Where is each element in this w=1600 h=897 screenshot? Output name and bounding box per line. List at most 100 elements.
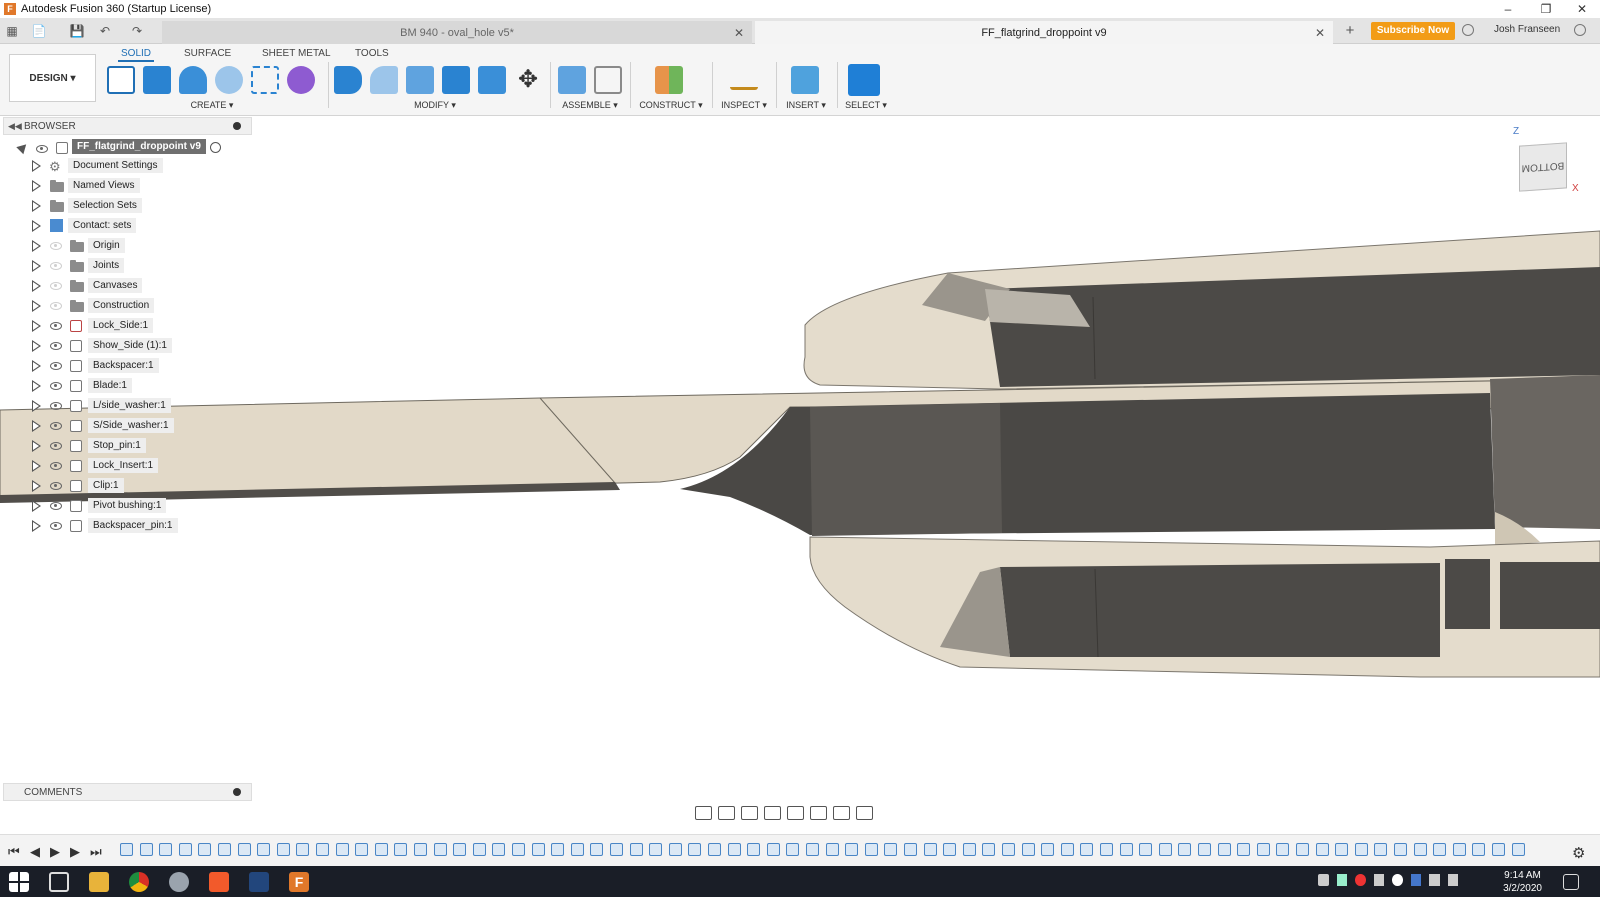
timeline-feature-icon[interactable] — [414, 843, 427, 856]
close-tab-icon[interactable]: ✕ — [734, 26, 744, 40]
hidden-eye-icon[interactable] — [50, 242, 62, 250]
hidden-eye-icon[interactable] — [50, 262, 62, 270]
step-forward-icon[interactable]: ▶ — [70, 844, 80, 860]
expand-root-icon[interactable] — [16, 140, 30, 155]
timeline-feature-icon[interactable] — [1315, 843, 1329, 856]
file-explorer-icon[interactable] — [89, 872, 109, 892]
activate-radio-icon[interactable] — [210, 142, 221, 153]
timeline-feature-icon[interactable] — [120, 843, 133, 856]
construct-menu[interactable]: CONSTRUCT ▾ — [638, 100, 704, 111]
timeline-feature-icon[interactable] — [962, 843, 976, 856]
help-icon[interactable] — [1574, 24, 1586, 36]
measure-icon[interactable] — [730, 72, 758, 90]
expand-icon[interactable] — [32, 480, 41, 492]
subscribe-button[interactable]: Subscribe Now — [1371, 22, 1455, 40]
combine-icon[interactable] — [442, 66, 470, 94]
workspace-switcher[interactable]: DESIGN ▾ — [9, 54, 96, 102]
document-tab-ff-flatgrind[interactable]: FF_flatgrind_droppoint v9 ✕ — [755, 21, 1333, 44]
fusion-taskbar-icon[interactable]: F — [289, 872, 309, 892]
look-at-icon[interactable] — [718, 806, 735, 820]
visibility-eye-icon[interactable] — [50, 522, 62, 530]
create-form-icon[interactable] — [287, 66, 315, 94]
timeline-feature-icon[interactable] — [257, 843, 271, 856]
display-settings-icon[interactable] — [810, 806, 827, 820]
tray-app-icon[interactable] — [1373, 874, 1384, 886]
expand-icon[interactable] — [32, 520, 41, 532]
redo-icon[interactable]: ↷ — [128, 22, 146, 40]
expand-icon[interactable] — [32, 360, 41, 372]
volume-icon[interactable] — [1318, 874, 1329, 886]
tab-tools[interactable]: TOOLS — [355, 48, 389, 59]
modify-menu[interactable]: MODIFY ▾ — [410, 100, 460, 111]
minimize-button[interactable]: – — [1490, 0, 1526, 18]
step-back-icon[interactable]: ◀ — [30, 844, 40, 860]
visibility-eye-icon[interactable] — [50, 342, 62, 350]
expand-icon[interactable] — [32, 500, 41, 512]
timeline-feature-icon[interactable] — [472, 843, 486, 856]
timeline-feature-icon[interactable] — [512, 843, 525, 856]
hole-icon[interactable] — [215, 66, 243, 94]
timeline-feature-icon[interactable] — [668, 843, 682, 856]
move-icon[interactable]: ✥ — [514, 66, 542, 94]
pan-icon[interactable] — [741, 806, 758, 820]
pin-icon[interactable] — [233, 122, 241, 130]
timeline-feature-icon[interactable] — [1394, 843, 1407, 856]
task-view-icon[interactable] — [49, 872, 69, 892]
zoom-icon[interactable] — [764, 806, 781, 820]
offset-plane-icon[interactable] — [655, 66, 683, 94]
timeline-feature-icon[interactable] — [1217, 843, 1231, 856]
orbit-icon[interactable] — [695, 806, 712, 820]
battery-icon[interactable] — [1447, 874, 1458, 886]
app-icon[interactable] — [249, 872, 269, 892]
timeline-feature-icon[interactable] — [649, 843, 663, 856]
create-menu[interactable]: CREATE ▾ — [187, 100, 237, 111]
timeline-feature-icon[interactable] — [453, 843, 467, 856]
extrude-icon[interactable] — [143, 66, 171, 94]
tab-sheet-metal[interactable]: SHEET METAL — [262, 48, 331, 59]
timeline-feature-icon[interactable] — [159, 843, 173, 856]
timeline-feature-icon[interactable] — [335, 843, 349, 856]
hidden-eye-icon[interactable] — [50, 302, 62, 310]
timeline-feature-icon[interactable] — [688, 843, 702, 856]
timeline-feature-icon[interactable] — [1452, 843, 1466, 856]
timeline-feature-icon[interactable] — [1374, 843, 1388, 856]
expand-icon[interactable] — [32, 260, 41, 272]
document-tab-bm940[interactable]: BM 940 - oval_hole v5* ✕ — [162, 21, 752, 44]
timeline-feature-icon[interactable] — [1100, 843, 1113, 856]
timeline-feature-icon[interactable] — [355, 843, 369, 856]
clock-icon[interactable] — [1462, 24, 1474, 36]
timeline-feature-icon[interactable] — [1119, 843, 1133, 856]
timeline-feature-icon[interactable] — [394, 843, 408, 856]
timeline-feature-icon[interactable] — [1237, 843, 1251, 856]
expand-icon[interactable] — [32, 280, 41, 292]
expand-icon[interactable] — [32, 340, 41, 352]
tab-surface[interactable]: SURFACE — [184, 48, 231, 59]
timeline-feature-icon[interactable] — [316, 843, 329, 856]
timeline-feature-icon[interactable] — [178, 843, 192, 856]
assemble-menu[interactable]: ASSEMBLE ▾ — [558, 100, 622, 111]
visibility-eye-icon[interactable] — [50, 462, 62, 470]
expand-icon[interactable] — [32, 440, 41, 452]
create-sketch-icon[interactable] — [107, 66, 135, 94]
fillet-icon[interactable] — [370, 66, 398, 94]
visibility-eye-icon[interactable] — [50, 382, 62, 390]
timeline-feature-icon[interactable] — [276, 843, 290, 856]
revolve-icon[interactable] — [179, 66, 207, 94]
system-clock[interactable]: 9:14 AM 3/2/2020 — [1503, 869, 1542, 895]
timeline-feature-icon[interactable] — [492, 843, 506, 856]
timeline-feature-icon[interactable] — [1472, 843, 1486, 856]
timeline-feature-icon[interactable] — [1256, 843, 1270, 856]
timeline-feature-icon[interactable] — [198, 843, 212, 856]
expand-icon[interactable] — [32, 220, 41, 232]
timeline-feature-icon[interactable] — [531, 843, 545, 856]
timeline-feature-icon[interactable] — [864, 843, 878, 856]
tray-app-icon[interactable] — [1392, 874, 1403, 886]
expand-icon[interactable] — [32, 400, 41, 412]
timeline-feature-icon[interactable] — [904, 843, 917, 856]
add-comment-icon[interactable] — [233, 788, 241, 796]
select-icon[interactable] — [848, 64, 880, 96]
close-tab-icon[interactable]: ✕ — [1315, 26, 1325, 40]
visibility-eye-icon[interactable] — [50, 322, 62, 330]
timeline-feature-icon[interactable] — [1296, 843, 1309, 856]
file-menu-icon[interactable]: 📄 — [30, 22, 48, 40]
